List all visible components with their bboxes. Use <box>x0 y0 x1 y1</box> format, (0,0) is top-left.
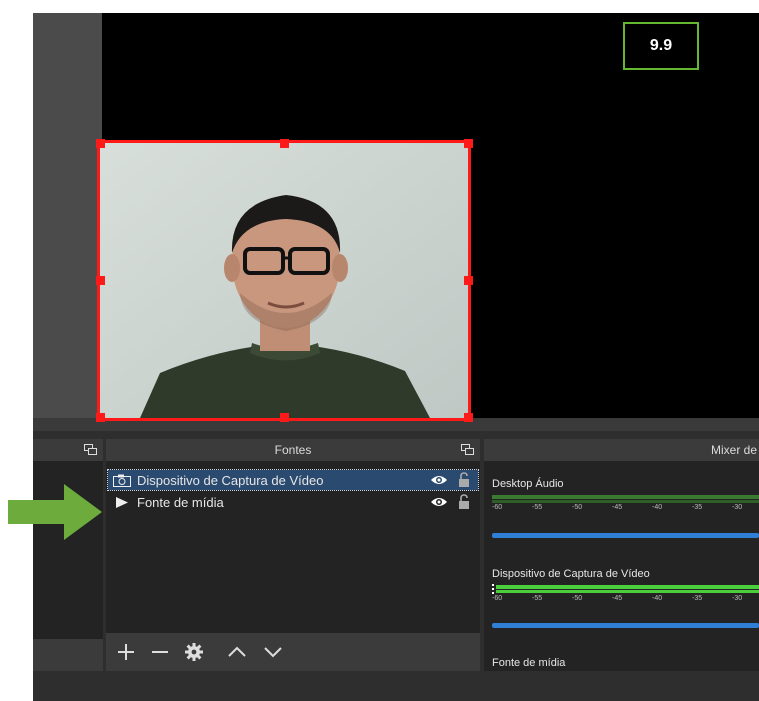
number-badge: 9.9 <box>623 22 699 70</box>
source-item-label: Fonte de mídia <box>137 494 224 510</box>
scene-side-panel <box>33 13 102 418</box>
plus-icon[interactable] <box>116 642 136 662</box>
mixer-dock-header: Mixer de <box>484 439 759 461</box>
scenes-dock <box>33 439 103 671</box>
audio-mixer-dock: Mixer de Desktop Áudio -60 -55 -50 -45 -… <box>484 439 759 701</box>
play-icon <box>116 496 128 508</box>
status-bar <box>33 671 759 701</box>
scale-tick: -60 <box>492 504 503 511</box>
mixer-channel-name: Dispositivo de Captura de Vídeo <box>492 568 650 580</box>
scale-tick: -50 <box>572 504 583 511</box>
webcam-source-preview[interactable] <box>97 140 471 421</box>
unlock-icon[interactable] <box>458 472 470 488</box>
scale-tick: -40 <box>652 595 663 602</box>
green-arrow-icon <box>8 484 102 540</box>
chevron-up-icon[interactable] <box>226 642 248 662</box>
resize-handle-bottom-left[interactable] <box>96 413 105 422</box>
person-image <box>100 143 468 418</box>
visibility-eye-icon[interactable] <box>430 496 448 508</box>
undock-icon[interactable] <box>84 444 97 455</box>
scale-tick: -55 <box>532 504 543 511</box>
resize-handle-top[interactable] <box>280 139 289 148</box>
mixer-channel-name: Desktop Áudio <box>492 478 564 490</box>
chevron-down-icon[interactable] <box>262 642 284 662</box>
visibility-eye-icon[interactable] <box>430 474 448 486</box>
resize-handle-top-left[interactable] <box>96 139 105 148</box>
scale-tick: -30 <box>732 595 743 602</box>
scale-tick: -60 <box>492 595 503 602</box>
source-item-video-capture[interactable]: Dispositivo de Captura de Vídeo <box>107 469 479 491</box>
scale-tick: -45 <box>612 504 623 511</box>
sources-dock-header: Fontes <box>106 439 480 461</box>
resize-handle-right[interactable] <box>464 276 473 285</box>
scenes-toolbar <box>33 639 103 671</box>
camera-icon <box>113 474 131 487</box>
volume-meter <box>492 500 759 503</box>
scale-tick: -40 <box>652 504 663 511</box>
volume-slider[interactable] <box>492 623 759 628</box>
dock-area: Fontes Dispositivo de Captura de Vídeo F… <box>33 431 759 701</box>
sources-toolbar <box>106 633 480 671</box>
source-item-media[interactable]: Fonte de mídia <box>108 492 478 512</box>
minus-icon[interactable] <box>150 642 170 662</box>
resize-handle-left[interactable] <box>96 276 105 285</box>
volume-meter <box>492 495 759 499</box>
number-badge-text: 9.9 <box>649 37 673 54</box>
sources-dock-title: Fontes <box>274 443 312 457</box>
volume-slider[interactable] <box>492 533 759 538</box>
scale-tick: -35 <box>692 504 703 511</box>
scale-tick: -55 <box>532 595 543 602</box>
scenes-dock-header <box>33 439 103 461</box>
undock-icon[interactable] <box>461 444 474 455</box>
unlock-icon[interactable] <box>458 494 470 510</box>
sources-dock: Fontes Dispositivo de Captura de Vídeo F… <box>106 439 480 671</box>
volume-meter <box>496 590 759 593</box>
source-item-label: Dispositivo de Captura de Vídeo <box>137 472 324 488</box>
resize-handle-top-right[interactable] <box>464 139 473 148</box>
scale-tick: -30 <box>732 504 743 511</box>
volume-meter <box>496 585 759 589</box>
mixer-dock-title: Mixer de <box>710 443 757 457</box>
resize-handle-bottom-right[interactable] <box>464 413 473 422</box>
resize-handle-bottom[interactable] <box>280 413 289 422</box>
mixer-channel-name: Fonte de mídia <box>492 657 566 669</box>
gear-icon[interactable] <box>184 642 204 662</box>
scale-tick: -35 <box>692 595 703 602</box>
scale-tick: -45 <box>612 595 623 602</box>
scale-tick: -50 <box>572 595 583 602</box>
